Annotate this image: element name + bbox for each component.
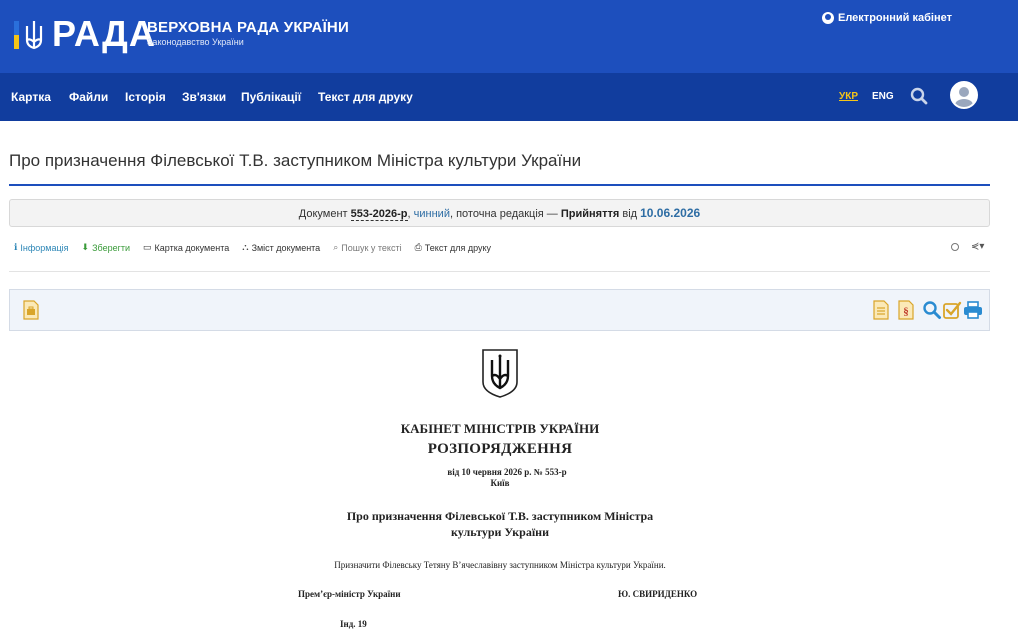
- search-doc-icon[interactable]: [922, 300, 942, 320]
- title-divider: [9, 184, 990, 186]
- site-title[interactable]: ВЕРХОВНА РАДА УКРАЇНИ: [147, 19, 349, 36]
- document-organization: КАБІНЕТ МІНІСТРІВ УКРАЇНИ: [400, 421, 600, 436]
- toolbar-divider: [9, 271, 990, 272]
- document-icon-bar: §: [9, 289, 990, 331]
- folder-icon: ▭: [143, 242, 152, 252]
- status-separator: ,: [407, 208, 411, 220]
- toolbar-right: ⋞▾: [951, 241, 984, 252]
- briefcase-doc-icon[interactable]: [21, 300, 41, 320]
- document-heading-line2: культури України: [451, 525, 549, 539]
- document-heading-line1: Про призначення Філевської Т.В. заступни…: [346, 509, 654, 523]
- page-title: Про призначення Філевської Т.В. заступни…: [9, 151, 582, 170]
- trident-logo-icon[interactable]: [14, 18, 48, 52]
- document-number[interactable]: 553-2026-р: [350, 208, 408, 221]
- document-text: Призначити Філевську Тетяну В’ячеславівн…: [334, 560, 666, 570]
- nav-history[interactable]: Історія: [125, 90, 166, 104]
- document-toolbar: ℹ Інформація ⬇ Зберегти ▭ Картка документа …: [14, 242, 491, 253]
- sitemap-icon: ⛬: [242, 242, 249, 252]
- site-subtitle: Законодавство України: [147, 37, 244, 47]
- search-label: Пошук у тексті: [341, 242, 402, 253]
- status-adoption: Прийняття: [560, 208, 620, 220]
- print-label: Текст для друку: [424, 242, 492, 253]
- document-heading: Про призначення Філевської Т.В. заступни…: [300, 508, 700, 540]
- svg-text:§: §: [903, 306, 909, 318]
- nav-links[interactable]: Зв'язки: [182, 90, 226, 104]
- status-prefix: Документ: [298, 208, 348, 220]
- print-tab[interactable]: ⎙ Текст для друку: [415, 242, 491, 253]
- status-date[interactable]: 10.06.2026: [640, 206, 700, 220]
- card-tab[interactable]: ▭ Картка документа: [143, 242, 229, 253]
- nav-card[interactable]: Картка: [11, 90, 51, 104]
- status-mid: , поточна редакція —: [449, 208, 558, 220]
- info-icon: ℹ: [14, 242, 18, 252]
- nav-files[interactable]: Файли: [69, 90, 108, 104]
- lang-ukr[interactable]: УКР: [839, 91, 858, 102]
- check-doc-icon[interactable]: [942, 300, 962, 320]
- printer-icon: ⎙: [414, 242, 422, 252]
- signature-name: Ю. СВИРИДЕНКО: [618, 589, 698, 599]
- document-index: Інд. 19: [340, 619, 367, 629]
- magnifier-icon: ⌕: [333, 242, 339, 252]
- circle-icon[interactable]: [951, 242, 959, 251]
- print-doc-icon[interactable]: [963, 300, 983, 320]
- signature-position: Прем’єр-міністр України: [298, 589, 401, 599]
- card-label: Картка документа: [154, 242, 230, 253]
- status-from: від: [622, 208, 638, 220]
- main-nav: Картка Файли Історія Зв'язки Публікації …: [0, 73, 1018, 121]
- user-circle-icon: [822, 12, 834, 24]
- document-city: Київ: [490, 478, 510, 488]
- paragraph-doc-icon[interactable]: §: [896, 300, 916, 320]
- info-label: Інформація: [20, 242, 69, 253]
- download-icon: ⬇: [81, 242, 90, 252]
- status-valid[interactable]: чинний: [414, 208, 450, 220]
- cabinet-link[interactable]: Електронний кабінет: [822, 12, 952, 24]
- save-tab[interactable]: ⬇ Зберегти: [82, 242, 131, 253]
- contents-tab[interactable]: ⛬ Зміст документа: [242, 242, 320, 253]
- info-tab[interactable]: ℹ Інформація: [14, 242, 69, 253]
- avatar[interactable]: [950, 81, 978, 109]
- contents-label: Зміст документа: [251, 242, 321, 253]
- lang-eng[interactable]: ENG: [872, 91, 894, 102]
- document-type: РОЗПОРЯДЖЕННЯ: [427, 441, 573, 457]
- nav-print-text[interactable]: Текст для друку: [318, 90, 413, 104]
- logo-text[interactable]: РАДА: [52, 14, 156, 54]
- cabinet-label: Електронний кабінет: [838, 12, 952, 24]
- share-icon[interactable]: ⋞▾: [971, 241, 984, 252]
- document-date: від 10 червня 2026 р. № 553-р: [447, 467, 567, 477]
- nav-publications[interactable]: Публікації: [241, 90, 301, 104]
- site-header: РАДА ВЕРХОВНА РАДА УКРАЇНИ Законодавство…: [0, 0, 1018, 73]
- save-label: Зберегти: [92, 242, 131, 253]
- search-icon[interactable]: [910, 87, 928, 105]
- search-text-tab[interactable]: ⌕ Пошук у тексті: [333, 242, 401, 253]
- document-status-bar: Документ 553-2026-р, чинний, поточна ред…: [9, 199, 990, 227]
- coat-of-arms-icon: [482, 349, 518, 398]
- user-silhouette-icon: [955, 87, 973, 107]
- document-list-icon[interactable]: [871, 300, 891, 320]
